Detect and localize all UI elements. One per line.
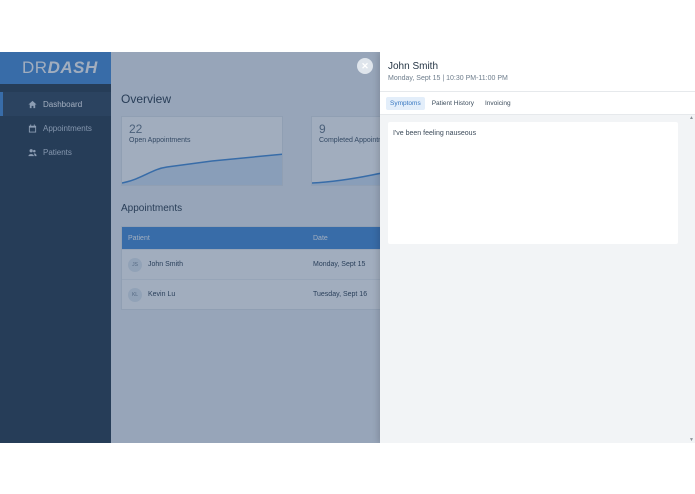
close-button[interactable]: ✕: [357, 58, 373, 74]
app-window: DR DASH Dashboard Appointments Patients O…: [0, 52, 695, 443]
modal-backdrop[interactable]: [0, 52, 380, 443]
tab-symptoms[interactable]: Symptoms: [386, 96, 425, 110]
panel-tabs: Symptoms Patient History Invoicing: [380, 92, 695, 115]
appointment-detail-panel: John Smith Monday, Sept 15 | 10:30 PM-11…: [380, 52, 695, 443]
scrollbar[interactable]: ▲ ▼: [689, 115, 695, 443]
tab-invoicing[interactable]: Invoicing: [481, 97, 515, 110]
scroll-up-icon[interactable]: ▲: [689, 115, 694, 121]
appointment-time: Monday, Sept 15 | 10:30 PM-11:00 PM: [388, 75, 508, 82]
panel-header: John Smith Monday, Sept 15 | 10:30 PM-11…: [380, 52, 695, 92]
symptoms-text: I've been feeling nauseous: [393, 130, 477, 137]
tab-patient-history[interactable]: Patient History: [428, 97, 478, 110]
scroll-down-icon[interactable]: ▼: [689, 437, 694, 443]
patient-name-heading: John Smith: [388, 61, 439, 72]
close-icon: ✕: [361, 60, 369, 71]
symptoms-content: I've been feeling nauseous: [388, 122, 678, 244]
